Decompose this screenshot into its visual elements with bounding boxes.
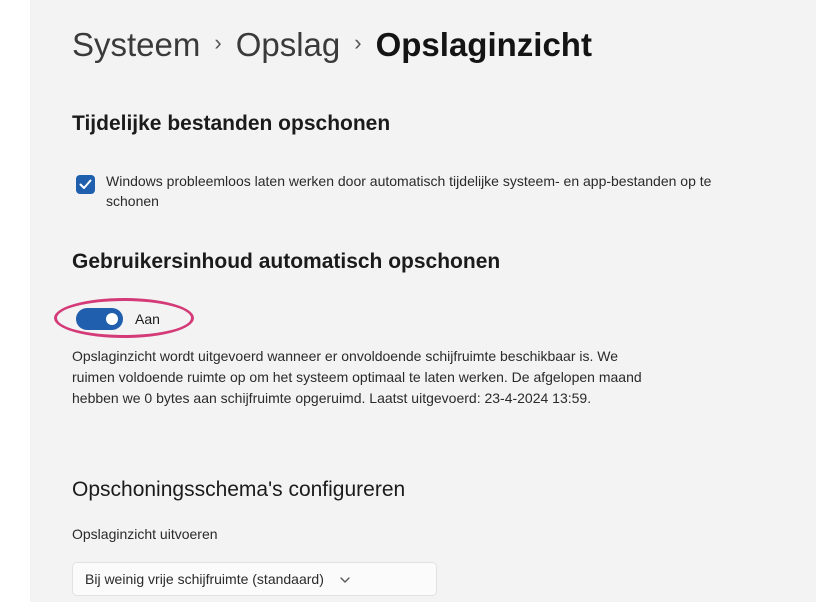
breadcrumb-separator: › (354, 30, 362, 55)
schedule-heading: Opschoningsschema's configureren (72, 478, 406, 501)
breadcrumb-item-opslag[interactable]: Opslag (236, 26, 341, 64)
breadcrumb: Systeem › Opslag › Opslaginzicht (72, 26, 592, 64)
temp-files-heading: Tijdelijke bestanden opschonen (72, 112, 391, 135)
user-content-heading: Gebruikersinhoud automatisch opschonen (72, 250, 501, 273)
dropdown-selected-value: Bij weinig vrije schijfruimte (standaard… (85, 571, 324, 587)
breadcrumb-item-systeem[interactable]: Systeem (72, 26, 200, 64)
run-storage-sense-label: Opslaginzicht uitvoeren (72, 526, 218, 542)
page-title: Opslaginzicht (375, 26, 592, 63)
temp-files-checkbox[interactable] (76, 175, 95, 194)
highlight-ring (54, 298, 194, 338)
run-storage-sense-dropdown[interactable]: Bij weinig vrije schijfruimte (standaard… (72, 562, 437, 596)
breadcrumb-separator: › (214, 30, 222, 55)
temp-files-checkbox-label: Windows probleemloos laten werken door a… (106, 173, 712, 209)
checkmark-icon (79, 179, 92, 189)
storage-sense-description: Opslaginzicht wordt uitgevoerd wanneer e… (72, 348, 642, 406)
chevron-down-icon (340, 572, 350, 586)
